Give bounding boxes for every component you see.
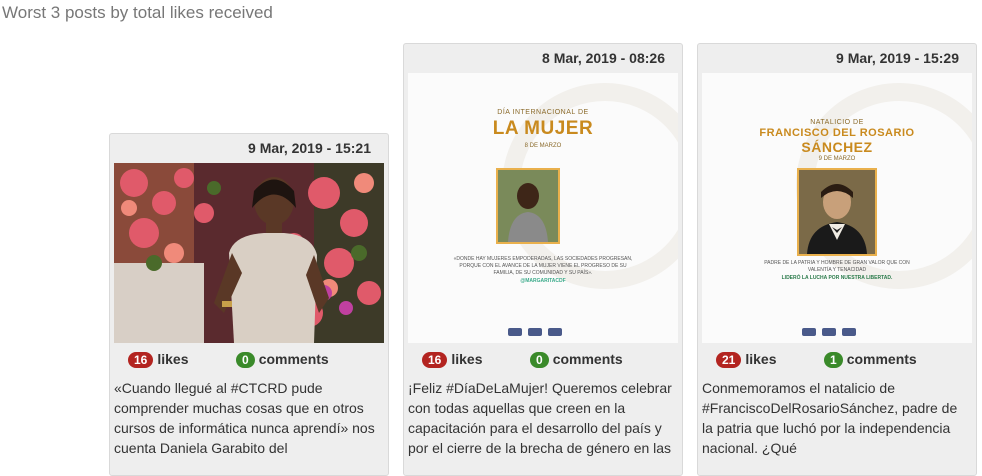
comments-badge: 0 bbox=[236, 352, 255, 368]
poster-logos bbox=[508, 323, 578, 336]
poster-title: LA MUJER bbox=[492, 118, 594, 139]
portrait-painting bbox=[797, 168, 877, 256]
likes-badge: 16 bbox=[422, 352, 448, 368]
post-card[interactable]: 8 Mar, 2019 - 08:26 DÍA INTERNACIONAL DE… bbox=[403, 43, 683, 476]
post-image[interactable]: DÍA INTERNACIONAL DE LA MUJER 8 DE MARZO… bbox=[408, 73, 678, 343]
poster-quote: «DONDE HAY MUJERES EMPODERADAS, LAS SOCI… bbox=[453, 256, 633, 276]
post-card[interactable]: 9 Mar, 2019 - 15:29 NATALICIO DE FRANCIS… bbox=[697, 43, 977, 476]
post-image[interactable] bbox=[114, 163, 384, 343]
poster-title: FRANCISCO DEL ROSARIO bbox=[759, 127, 915, 139]
poster-subtitle: 8 DE MARZO bbox=[524, 143, 562, 149]
post-caption: Conmemoramos el natalicio de #FranciscoD… bbox=[702, 380, 958, 456]
likes-label: likes bbox=[451, 351, 483, 367]
comments-label: comments bbox=[258, 351, 329, 367]
likes-count: 21 likes bbox=[716, 351, 777, 368]
poster-pretitle: NATALICIO DE bbox=[810, 119, 864, 126]
post-caption: «Cuando llegué al #CTCRD pude comprender… bbox=[114, 380, 375, 456]
comments-badge: 0 bbox=[530, 352, 549, 368]
post-stats: 16 likes 0 comments bbox=[110, 343, 388, 378]
post-stats: 21 likes 1 comments bbox=[698, 343, 976, 378]
poster-quote: PADRE DE LA PATRIA Y HOMBRE DE GRAN VALO… bbox=[764, 260, 910, 273]
likes-label: likes bbox=[157, 351, 189, 367]
post-caption: ¡Feliz #DíaDeLaMujer! Queremos celebrar … bbox=[408, 380, 672, 456]
post-date: 9 Mar, 2019 - 15:21 bbox=[248, 140, 371, 156]
section-heading: Worst 3 posts by total likes received bbox=[2, 3, 273, 22]
post-card[interactable]: 9 Mar, 2019 - 15:21 16 likes 0 comments … bbox=[109, 133, 389, 476]
poster-tag: LIDERÓ LA LUCHA POR NUESTRA LIBERTAD. bbox=[781, 275, 893, 281]
likes-badge: 21 bbox=[716, 352, 742, 368]
likes-count: 16 likes bbox=[128, 351, 189, 368]
poster-logos bbox=[802, 323, 872, 336]
poster-tag: @MARGARITACDF bbox=[520, 278, 566, 284]
portrait-photo bbox=[496, 168, 560, 244]
comments-count: 0 comments bbox=[530, 351, 623, 368]
post-date: 9 Mar, 2019 - 15:29 bbox=[836, 50, 959, 66]
post-date: 8 Mar, 2019 - 08:26 bbox=[542, 50, 665, 66]
post-image[interactable]: NATALICIO DE FRANCISCO DEL ROSARIO SÁNCH… bbox=[702, 73, 972, 343]
comments-badge: 1 bbox=[824, 352, 843, 368]
poster-title-line2: SÁNCHEZ bbox=[801, 139, 873, 155]
poster-pretitle: DÍA INTERNACIONAL DE bbox=[497, 109, 589, 116]
likes-badge: 16 bbox=[128, 352, 154, 368]
comments-label: comments bbox=[846, 351, 917, 367]
comments-label: comments bbox=[552, 351, 623, 367]
comments-count: 1 comments bbox=[824, 351, 917, 368]
likes-count: 16 likes bbox=[422, 351, 483, 368]
post-stats: 16 likes 0 comments bbox=[404, 343, 682, 378]
poster-subtitle: 9 DE MARZO bbox=[818, 156, 856, 162]
likes-label: likes bbox=[745, 351, 777, 367]
comments-count: 0 comments bbox=[236, 351, 329, 368]
